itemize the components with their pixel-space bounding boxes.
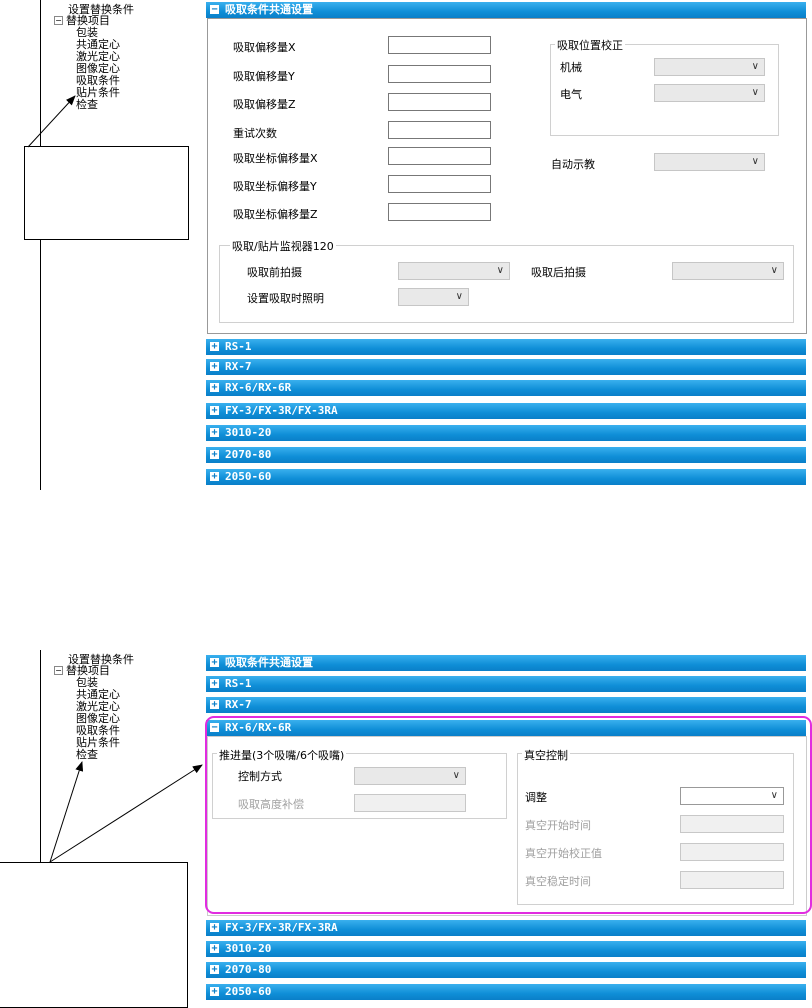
arrow-line: [27, 95, 76, 148]
annotation-arrows: [27, 95, 203, 863]
arrow-line: [49, 761, 84, 863]
arrow-line: [49, 764, 203, 863]
